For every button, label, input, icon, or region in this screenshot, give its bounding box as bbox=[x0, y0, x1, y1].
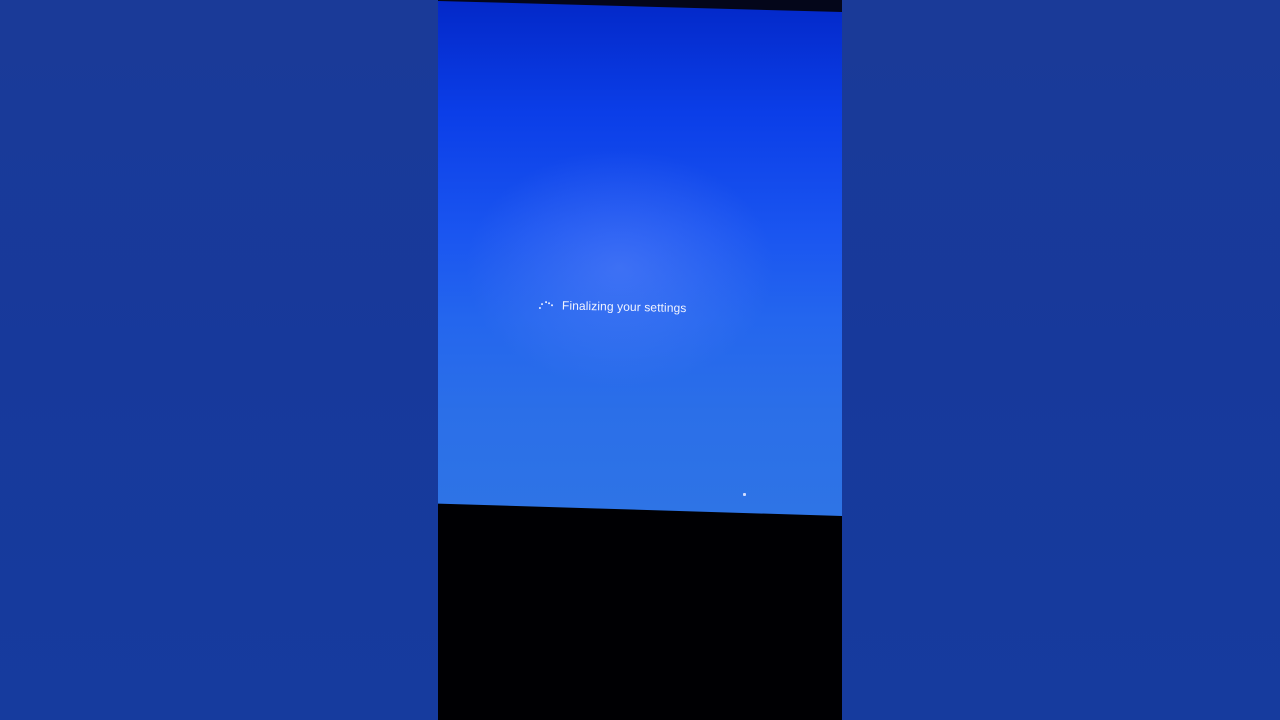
status-text: Finalizing your settings bbox=[561, 298, 687, 316]
setup-screen: Finalizing your settings bbox=[438, 1, 842, 516]
video-frame: Finalizing your settings bbox=[0, 0, 1280, 720]
right-pillarbox bbox=[842, 0, 1280, 720]
loading-status: Finalizing your settings bbox=[538, 298, 687, 315]
monitor-photo: Finalizing your settings bbox=[438, 0, 842, 720]
loading-spinner-icon bbox=[538, 298, 556, 312]
left-pillarbox bbox=[0, 0, 438, 720]
mouse-cursor-icon bbox=[743, 493, 746, 496]
